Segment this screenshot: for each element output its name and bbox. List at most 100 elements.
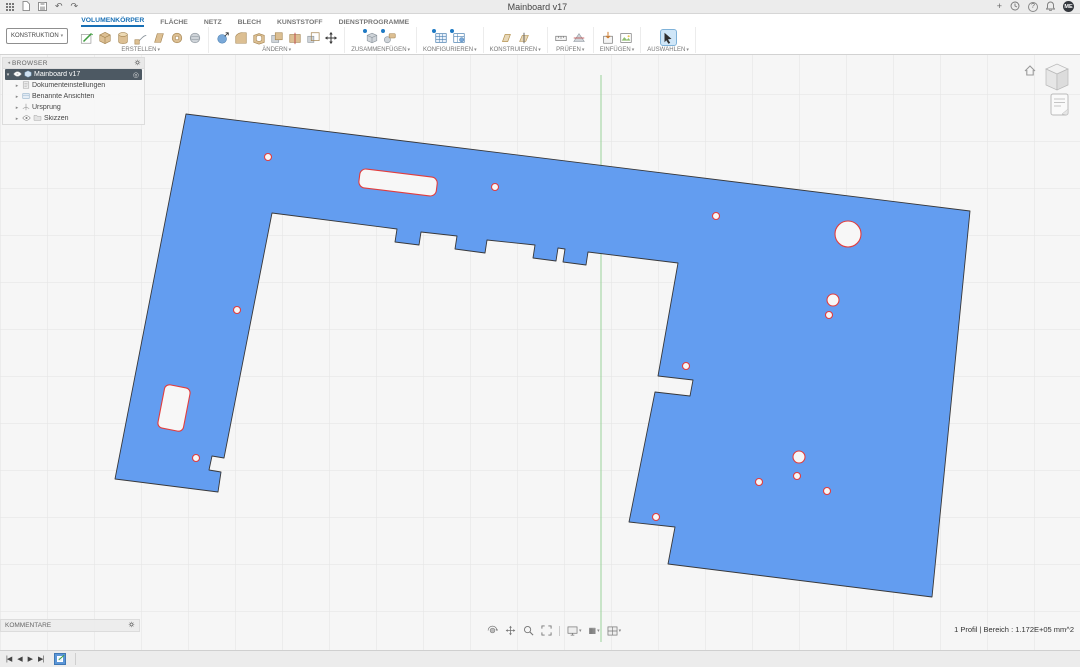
selection-status: 1 Profil | Bereich : 1.172E+05 mm^2 (954, 625, 1074, 634)
expand-arrow-icon[interactable]: ▾ (5, 72, 11, 78)
grid-settings-icon[interactable]: ▦ ▾ (589, 626, 600, 635)
group-label-einfuegen[interactable]: EINFÜGEN ▾ (600, 47, 635, 53)
construction-dropdown[interactable]: KONSTRUKTION ▾ (6, 28, 69, 44)
configuration-table-icon[interactable] (431, 28, 448, 45)
hole (822, 486, 832, 496)
group-label-konfigurieren[interactable]: KONFIGURIEREN ▾ (423, 47, 477, 53)
browser-item-root[interactable]: ▾ Mainboard v17 ◎ (5, 69, 142, 80)
go-to-end-icon[interactable]: ▶| (38, 655, 44, 663)
combine-icon[interactable] (269, 30, 284, 45)
split-body-icon[interactable] (287, 30, 302, 45)
group-label-erstellen[interactable]: ERSTELLEN ▾ (121, 47, 160, 53)
tab-flaeche[interactable]: FLÄCHE (160, 19, 188, 27)
construction-axis-icon[interactable] (517, 30, 532, 45)
insert-derive-icon[interactable] (601, 30, 616, 45)
pan-icon[interactable] (505, 625, 516, 636)
group-label-pruefen[interactable]: PRÜFEN ▾ (556, 47, 584, 53)
add-icon[interactable]: + (997, 2, 1002, 11)
tab-netz[interactable]: NETZ (204, 19, 222, 27)
component-icon (24, 70, 32, 80)
fillet-icon[interactable] (233, 30, 248, 45)
construction-plane-icon[interactable] (499, 30, 514, 45)
primitive-sphere-icon[interactable] (187, 30, 202, 45)
redo-icon[interactable]: ↷ (71, 2, 79, 11)
eye-icon[interactable] (22, 114, 31, 123)
joint-icon[interactable] (380, 28, 397, 45)
sweep-icon[interactable] (133, 30, 148, 45)
chevron-down-icon: ▾ (597, 627, 600, 634)
measure-icon[interactable] (554, 30, 569, 45)
browser-item-label: Dokumenteinstellungen (32, 82, 106, 89)
group-erstellen: ERSTELLEN ▾ (73, 27, 210, 53)
eye-icon[interactable] (13, 70, 22, 79)
browser-item-dokumenteinstellungen[interactable]: ▸ Dokumenteinstellungen (3, 80, 144, 91)
loft-icon[interactable] (151, 30, 166, 45)
hole (263, 152, 273, 162)
expand-arrow-icon[interactable]: ▸ (14, 94, 20, 100)
hole (754, 477, 764, 487)
chevron-down-icon: ▾ (407, 47, 411, 53)
hole (826, 293, 840, 307)
scale-icon[interactable] (305, 30, 320, 45)
viewport[interactable]: ◂ BROWSER ▾ Mainboard v17 ◎ ▸ Dokumentei… (0, 55, 1080, 650)
group-label-konstruieren[interactable]: KONSTRUIEREN ▾ (490, 47, 541, 53)
gear-icon[interactable] (128, 621, 135, 630)
expand-arrow-icon[interactable]: ▸ (14, 105, 20, 111)
hole (191, 453, 201, 463)
origin-icon (22, 103, 30, 113)
hole (711, 211, 721, 221)
browser-item-ursprung[interactable]: ▸ Ursprung (3, 102, 144, 113)
expand-arrow-icon[interactable]: ▸ (14, 83, 20, 89)
group-einfuegen: EINFÜGEN ▾ (594, 27, 642, 53)
tab-volumenkoerper[interactable]: VOLUMENKÖRPER (81, 17, 145, 27)
browser-item-label: Mainboard v17 (34, 71, 81, 78)
note-icon[interactable] (1050, 93, 1070, 122)
timeline-bar: |◀ ◀ ▶ ▶| (0, 650, 1080, 667)
decal-icon[interactable] (619, 30, 634, 45)
chevron-down-icon: ▾ (288, 47, 292, 53)
browser-panel: ◂ BROWSER ▾ Mainboard v17 ◎ ▸ Dokumentei… (2, 57, 145, 125)
play-icon[interactable]: ▶ (28, 655, 33, 663)
orbit-icon[interactable] (487, 625, 498, 636)
coil-icon[interactable] (169, 30, 184, 45)
group-label-auswaehlen[interactable]: AUSWÄHLEN ▾ (647, 47, 689, 53)
undo-icon[interactable]: ↶ (55, 2, 63, 11)
browser-header[interactable]: ◂ BROWSER (3, 58, 144, 69)
create-sketch-icon[interactable] (79, 30, 94, 45)
browser-item-benannte-ansichten[interactable]: ▸ Benannte Ansichten (3, 91, 144, 102)
fit-icon[interactable] (541, 625, 552, 636)
viewport-settings-icon[interactable]: ▾ (607, 626, 621, 636)
configuration-insert-icon[interactable] (449, 28, 466, 45)
extrude-icon[interactable] (97, 30, 112, 45)
user-avatar[interactable]: ME (1063, 1, 1074, 12)
zoom-icon[interactable] (523, 625, 534, 636)
divider (75, 653, 77, 665)
tab-kunststoff[interactable]: KUNSTSTOFF (277, 19, 323, 27)
group-label-aendern[interactable]: ÄNDERN ▾ (262, 47, 291, 53)
revolve-icon[interactable] (115, 30, 130, 45)
sketch-feature-icon[interactable] (54, 653, 67, 665)
section-analysis-icon[interactable] (572, 30, 587, 45)
activate-radio-icon[interactable]: ◎ (133, 71, 139, 79)
move-copy-icon[interactable] (323, 30, 338, 45)
go-to-start-icon[interactable]: |◀ (6, 655, 12, 663)
new-component-icon[interactable] (362, 28, 379, 45)
group-auswaehlen: AUSWÄHLEN ▾ (641, 27, 696, 53)
step-back-icon[interactable]: ◀ (17, 655, 22, 663)
display-settings-icon[interactable]: ▾ (567, 626, 582, 636)
shell-icon[interactable] (251, 30, 266, 45)
expand-arrow-icon[interactable]: ▸ (14, 116, 20, 122)
browser-item-skizzen[interactable]: ▸ Skizzen (3, 113, 144, 124)
comments-panel[interactable]: KOMMENTARE (0, 619, 140, 632)
gear-icon[interactable] (134, 59, 141, 68)
group-label-zusammenfuegen[interactable]: ZUSAMMENFÜGEN ▾ (351, 47, 410, 53)
ribbon-tabs: VOLUMENKÖRPER FLÄCHE NETZ BLECH KUNSTSTO… (73, 14, 1080, 27)
tab-dienstprogramme[interactable]: DIENSTPROGRAMME (339, 19, 410, 27)
browser-title: BROWSER (12, 59, 48, 67)
select-tool-icon[interactable] (659, 29, 677, 46)
chevron-down-icon: ▾ (474, 47, 477, 53)
press-pull-icon[interactable] (215, 30, 230, 45)
help-icon[interactable]: ? (1028, 1, 1038, 12)
tab-blech[interactable]: BLECH (238, 19, 261, 27)
home-icon (1024, 65, 1036, 76)
